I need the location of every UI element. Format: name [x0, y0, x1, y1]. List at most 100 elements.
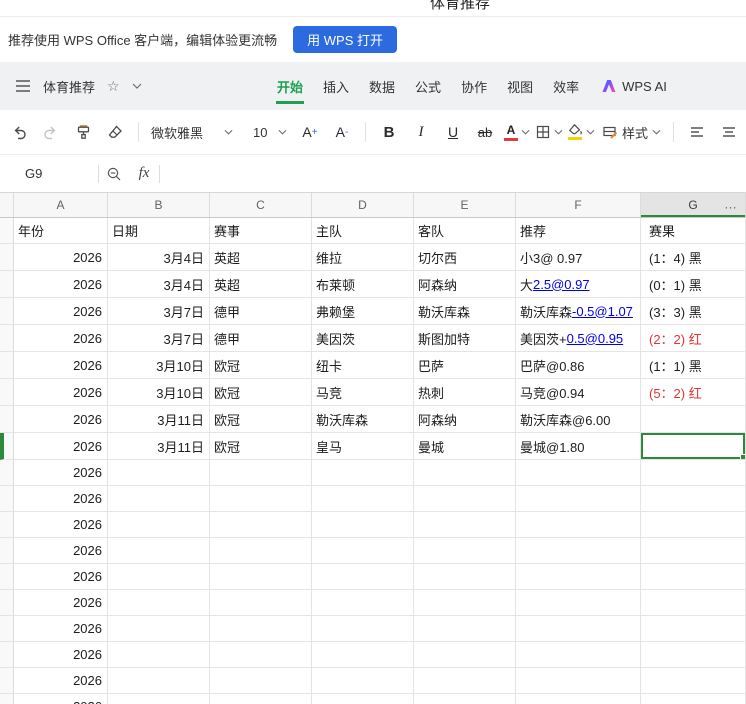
cell-tip[interactable]: 勒沃库森@6.00	[516, 406, 641, 433]
cell[interactable]	[108, 460, 210, 486]
cell-result[interactable]	[641, 433, 746, 460]
cell[interactable]	[312, 616, 414, 642]
cell-tip[interactable]: 美因茨+ 0.5@0.95	[516, 325, 641, 352]
row-header[interactable]	[0, 379, 14, 406]
row-header[interactable]	[0, 271, 14, 298]
cell[interactable]: 德甲	[210, 298, 312, 325]
cell[interactable]: 3月11日	[108, 406, 210, 433]
cell-result[interactable]: (1：4) 黑	[641, 244, 746, 271]
row-header[interactable]	[0, 694, 14, 704]
cell-tip[interactable]	[516, 694, 641, 704]
cell[interactable]	[210, 538, 312, 564]
cell[interactable]	[210, 590, 312, 616]
cell[interactable]	[108, 616, 210, 642]
align-center-button[interactable]	[714, 117, 744, 147]
open-in-wps-button[interactable]: 用 WPS 打开	[293, 26, 398, 53]
cell[interactable]	[414, 512, 516, 538]
cell[interactable]	[312, 590, 414, 616]
column-header-D[interactable]: D	[312, 193, 414, 217]
cell[interactable]: 3月11日	[108, 433, 210, 460]
redo-button[interactable]	[36, 117, 66, 147]
column-header-F[interactable]: F	[516, 193, 641, 217]
cell[interactable]: 2026	[14, 668, 108, 694]
increase-font-button[interactable]: A +	[295, 117, 325, 147]
cell-tip[interactable]: 大 2.5@0.97	[516, 271, 641, 298]
cell-tip[interactable]	[516, 616, 641, 642]
eraser-button[interactable]	[100, 117, 130, 147]
cell[interactable]: 2026	[14, 694, 108, 704]
cell[interactable]	[108, 694, 210, 704]
fill-handle[interactable]	[740, 454, 745, 459]
header-cell-0[interactable]: 年份	[14, 218, 108, 244]
cell-tip[interactable]: 马竞@0.94	[516, 379, 641, 406]
cell[interactable]: 巴萨	[414, 352, 516, 379]
row-header[interactable]	[0, 406, 14, 433]
tip-link[interactable]: 2.5@0.97	[533, 277, 590, 292]
cell[interactable]: 弗赖堡	[312, 298, 414, 325]
cell[interactable]: 3月10日	[108, 352, 210, 379]
row-header[interactable]	[0, 538, 14, 564]
row-header[interactable]	[0, 433, 14, 460]
formula-input[interactable]	[160, 155, 746, 192]
cell[interactable]	[414, 486, 516, 512]
italic-button[interactable]: I	[406, 117, 436, 147]
header-cell-6[interactable]: 赛果	[641, 218, 746, 244]
favorite-star-icon[interactable]: ☆	[107, 79, 120, 93]
cell-result[interactable]	[641, 668, 746, 694]
underline-button[interactable]: U	[438, 117, 468, 147]
tab-formulas[interactable]: 公式	[415, 77, 441, 96]
cell[interactable]	[108, 668, 210, 694]
cell-tip[interactable]	[516, 564, 641, 590]
cell-tip[interactable]: 曼城@1.80	[516, 433, 641, 460]
column-header-G[interactable]: G…	[641, 193, 746, 217]
tip-link[interactable]: -0.5@1.07	[572, 304, 633, 319]
font-size-select[interactable]: 10	[247, 117, 293, 147]
row-header[interactable]	[0, 218, 14, 244]
bold-button[interactable]: B	[374, 117, 404, 147]
cell-result[interactable]	[641, 616, 746, 642]
cell-result[interactable]: (2：2) 红	[641, 325, 746, 352]
cell[interactable]	[312, 642, 414, 668]
cell[interactable]	[312, 668, 414, 694]
name-box[interactable]: G9	[0, 166, 98, 181]
cell[interactable]	[414, 694, 516, 704]
cell[interactable]: 切尔西	[414, 244, 516, 271]
tip-link[interactable]: 0.5@0.95	[567, 331, 624, 346]
cell[interactable]	[210, 616, 312, 642]
cell-tip[interactable]: 勒沃库森 -0.5@1.07	[516, 298, 641, 325]
cell[interactable]: 2026	[14, 460, 108, 486]
tab-collaborate[interactable]: 协作	[461, 77, 487, 96]
cell[interactable]	[108, 564, 210, 590]
zoom-search-icon[interactable]	[99, 160, 129, 188]
cell[interactable]: 皇马	[312, 433, 414, 460]
cell-result[interactable]	[641, 564, 746, 590]
cell[interactable]: 斯图加特	[414, 325, 516, 352]
cell[interactable]: 2026	[14, 271, 108, 298]
cell[interactable]: 欧冠	[210, 433, 312, 460]
cell-result[interactable]	[641, 694, 746, 704]
cell[interactable]: 纽卡	[312, 352, 414, 379]
cell[interactable]: 热刺	[414, 379, 516, 406]
cell[interactable]	[414, 564, 516, 590]
cell[interactable]	[210, 512, 312, 538]
column-header-A[interactable]: A	[14, 193, 108, 217]
cell[interactable]: 欧冠	[210, 379, 312, 406]
column-header-C[interactable]: C	[210, 193, 312, 217]
cell[interactable]: 2026	[14, 433, 108, 460]
cell[interactable]	[210, 486, 312, 512]
header-cell-4[interactable]: 客队	[414, 218, 516, 244]
row-header[interactable]	[0, 486, 14, 512]
cell-tip[interactable]	[516, 460, 641, 486]
cell[interactable]: 欧冠	[210, 406, 312, 433]
strikethrough-button[interactable]: ab	[470, 117, 500, 147]
cell[interactable]	[108, 590, 210, 616]
cell[interactable]	[312, 538, 414, 564]
tab-data[interactable]: 数据	[369, 77, 395, 96]
row-header[interactable]	[0, 298, 14, 325]
cell-tip[interactable]: 巴萨@0.86	[516, 352, 641, 379]
cell-result[interactable]: (0：1) 黑	[641, 271, 746, 298]
cell-tip[interactable]	[516, 486, 641, 512]
cell[interactable]: 2026	[14, 538, 108, 564]
cell[interactable]	[108, 512, 210, 538]
cell-result[interactable]	[641, 406, 746, 433]
